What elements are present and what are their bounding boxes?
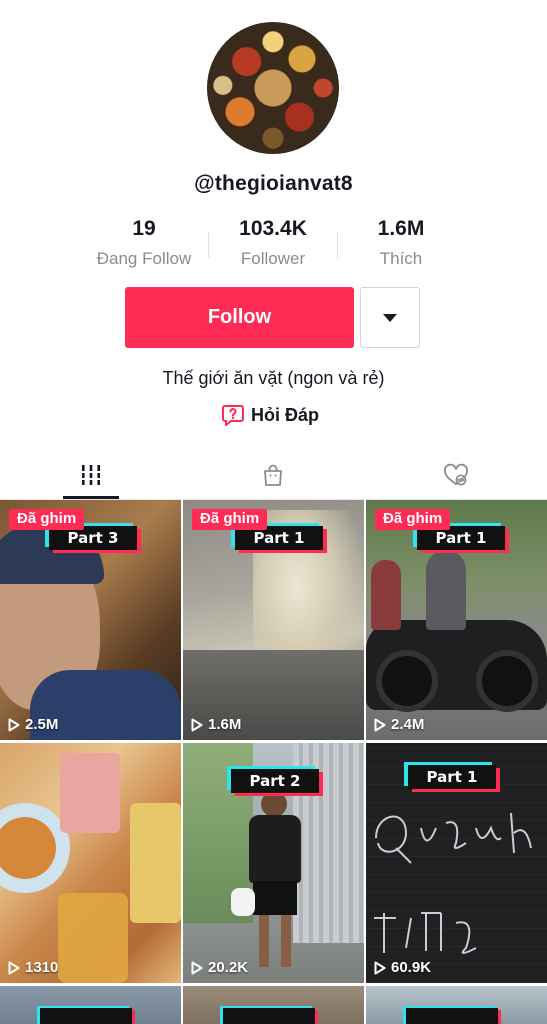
view-count: 1.6M [191, 716, 241, 733]
view-count-text: 1310 [25, 959, 59, 976]
stat-likes-label: Thích [379, 249, 423, 268]
stat-followers-value: 103.4K [239, 217, 307, 240]
qa-label: Hỏi Đáp [251, 404, 320, 425]
tab-shop[interactable] [245, 455, 301, 495]
video-thumbnail[interactable]: Part 2 20.2K [183, 743, 364, 983]
grid-icon [82, 465, 100, 485]
play-icon [374, 961, 386, 974]
view-count-text: 20.2K [208, 959, 249, 976]
suggested-accounts-button[interactable] [360, 287, 420, 348]
caret-down-icon [383, 313, 397, 322]
play-icon [191, 961, 203, 974]
stat-divider [208, 232, 209, 258]
video-thumbnail[interactable]: Đã ghim Part 1 1.6M [183, 500, 364, 740]
tab-videos[interactable] [63, 455, 119, 495]
shopping-bag-icon [264, 464, 282, 486]
play-icon [191, 718, 203, 731]
stat-following[interactable]: 19 Đang Follow [88, 216, 200, 270]
stat-divider [337, 232, 338, 258]
view-count: 2.5M [8, 716, 58, 733]
play-icon [374, 718, 386, 731]
pinned-badge: Đã ghim [375, 509, 451, 530]
stat-following-value: 19 [132, 217, 156, 240]
video-thumbnail[interactable] [0, 986, 181, 1024]
view-count: 60.9K [374, 959, 431, 976]
hidden-heart-icon [444, 463, 468, 486]
video-thumbnail[interactable]: Part 1 60.9K [366, 743, 547, 983]
tab-liked[interactable] [428, 455, 484, 495]
video-thumbnail[interactable] [366, 986, 547, 1024]
pinned-badge: Đã ghim [192, 509, 268, 530]
profile-avatar[interactable] [207, 22, 339, 154]
stat-likes-value: 1.6M [377, 217, 425, 240]
follow-button[interactable]: Follow [125, 287, 354, 348]
view-count: 1310 [8, 959, 58, 976]
stat-following-label: Đang Follow [96, 249, 192, 268]
view-count: 2.4M [374, 716, 424, 733]
profile-bio: Thế giới ăn vặt (ngon và rẻ) [162, 368, 385, 388]
question-bubble-icon [222, 405, 244, 426]
stat-likes[interactable]: 1.6M Thích [346, 216, 456, 270]
part-badge: Part 2 [231, 769, 319, 793]
stat-followers-label: Follower [240, 249, 306, 268]
video-thumbnail[interactable]: Đã ghim Part 1 2.4M [366, 500, 547, 740]
pinned-badge: Đã ghim [9, 509, 85, 530]
play-icon [8, 718, 20, 731]
video-thumbnail[interactable]: Đã ghim Part 3 2.5M [0, 500, 181, 740]
view-count-text: 2.5M [25, 716, 59, 733]
video-thumbnail[interactable] [183, 986, 364, 1024]
username: @thegioianvat8 [194, 172, 353, 195]
view-count: 20.2K [191, 959, 248, 976]
view-count-text: 2.4M [391, 716, 425, 733]
video-thumbnail[interactable]: 1310 [0, 743, 181, 983]
part-badge: Part 1 [408, 765, 496, 789]
view-count-text: 60.9K [391, 959, 432, 976]
view-count-text: 1.6M [208, 716, 242, 733]
play-icon [8, 961, 20, 974]
stat-followers[interactable]: 103.4K Follower [217, 216, 329, 270]
qa-link[interactable]: Hỏi Đáp [222, 402, 319, 428]
